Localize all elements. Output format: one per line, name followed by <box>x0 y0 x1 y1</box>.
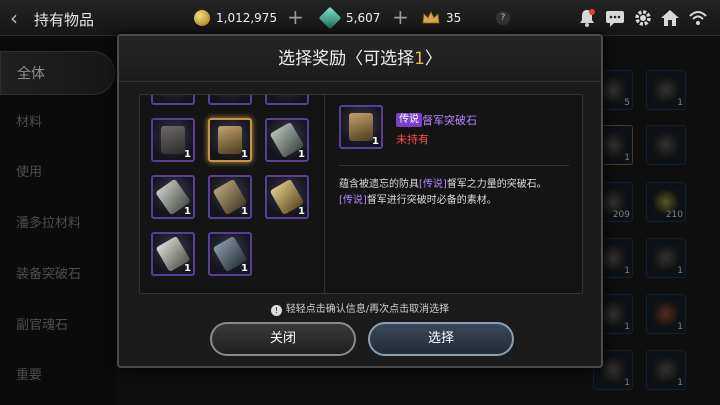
home-icon[interactable] <box>660 8 680 28</box>
gold-amount: 1,012,975 <box>216 11 278 25</box>
gold-currency: 1,012,975 <box>194 9 277 27</box>
wifi-icon <box>689 11 707 25</box>
page-title: 持有物品 <box>34 11 95 29</box>
reward-grid: 1 1 1 1 1 1 1 1 <box>140 95 324 293</box>
crown-currency: 35 <box>422 9 461 27</box>
item-description: 蕴含被遗忘的防具[传说]督军之力量的突破石。 [传说]督军进行突破时必备的素材。 <box>339 179 547 206</box>
reward-slot[interactable]: 1 <box>265 118 309 162</box>
reward-slot-selected[interactable]: 1 <box>208 118 252 162</box>
selection-hint: ! 轻轻点击确认信息/再次点击取消选择 <box>119 300 601 316</box>
dialog-title: 选择奖励〈可选择1〉 <box>119 36 601 82</box>
crown-amount: 35 <box>446 11 462 25</box>
item-detail: 1 传说 督军突破石 未持有 蕴含被遗忘的防具[传说]督军之力量的突破石。 [传… <box>325 95 583 293</box>
add-gold-button[interactable]: + <box>287 6 304 28</box>
crown-icon <box>422 11 440 24</box>
chevron-left-icon[interactable]: ‹ <box>10 7 30 29</box>
item-name: 督军突破石 <box>422 114 477 127</box>
bell-icon[interactable] <box>577 8 597 28</box>
gem-currency: 5,607 <box>318 6 381 30</box>
reward-slot[interactable] <box>208 95 252 105</box>
select-button[interactable]: 选择 <box>368 322 514 356</box>
gem-amount: 5,607 <box>346 11 381 25</box>
reward-panel: 1 1 1 1 1 1 1 1 1 传说 督军突破石 未持有 蕴含被遗忘的防具[… <box>139 94 583 294</box>
detail-item-icon: 1 <box>339 105 383 149</box>
reward-slot[interactable]: 1 <box>151 118 195 162</box>
reward-slot[interactable]: 1 <box>151 175 195 219</box>
chat-icon[interactable] <box>605 8 625 28</box>
gear-icon[interactable] <box>633 8 653 28</box>
reward-slot[interactable] <box>151 95 195 105</box>
info-icon: ! <box>270 305 282 316</box>
reward-slot[interactable]: 1 <box>151 232 195 276</box>
reward-select-dialog: 选择奖励〈可选择1〉 1 1 1 1 1 1 1 1 1 传说 督军突破石 未持… <box>117 34 603 368</box>
reward-slot[interactable]: 1 <box>265 175 309 219</box>
grade-badge: 传说 <box>396 113 422 127</box>
reward-slot[interactable]: 1 <box>208 232 252 276</box>
close-button[interactable]: 关闭 <box>210 322 356 356</box>
top-bar: ‹ 持有物品 1,012,975 + 5,607 + 35 ? <box>0 0 720 36</box>
detail-separator <box>339 165 569 166</box>
gold-coin-icon <box>194 10 210 26</box>
gem-icon <box>318 6 342 30</box>
owned-status: 未持有 <box>396 133 429 146</box>
reward-slot[interactable]: 1 <box>208 175 252 219</box>
reward-slot[interactable] <box>265 95 309 105</box>
add-gem-button[interactable]: + <box>392 6 409 28</box>
help-icon[interactable]: ? <box>496 11 510 25</box>
